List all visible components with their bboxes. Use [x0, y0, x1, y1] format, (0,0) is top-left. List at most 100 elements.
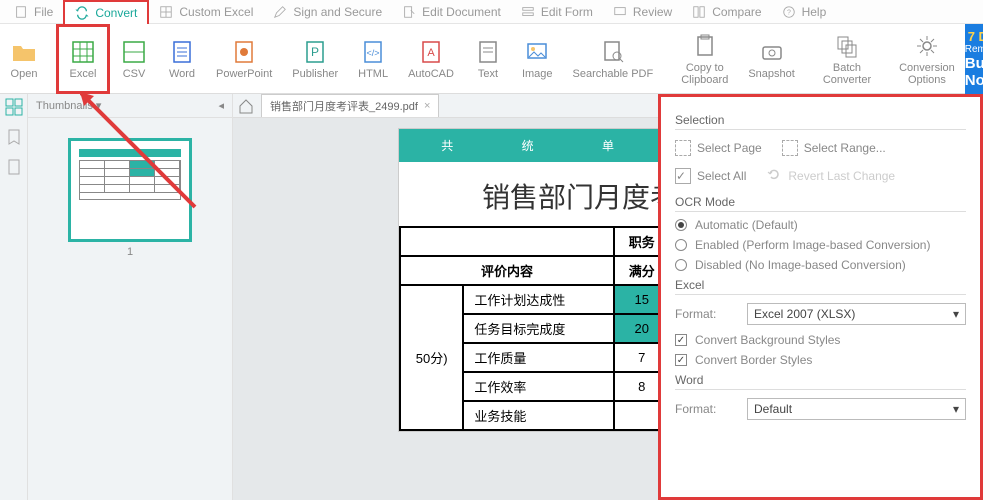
svg-text:A: A — [427, 47, 435, 59]
menu-sign[interactable]: Sign and Secure — [263, 1, 392, 23]
select-page-button[interactable]: Select Page — [675, 140, 762, 156]
word-format-select[interactable]: Default▾ — [747, 398, 966, 420]
tool-powerpoint[interactable]: PowerPoint — [206, 24, 282, 94]
grid-icon — [159, 5, 173, 19]
thumbs-icon[interactable] — [5, 98, 23, 116]
conversion-options-panel: Selection Select Page Select Range... ✓S… — [658, 94, 983, 500]
ocr-enabled-radio[interactable]: Enabled (Perform Image-based Conversion) — [675, 238, 966, 252]
thumbnails-title: Thumbnails — [36, 100, 93, 112]
menu-help[interactable]: ? Help — [772, 1, 837, 23]
menu-custom-excel[interactable]: Custom Excel — [149, 1, 263, 23]
cad-icon: A — [417, 38, 445, 66]
menu-file[interactable]: File — [4, 1, 63, 23]
menu-file-label: File — [34, 5, 53, 19]
edit-doc-icon — [402, 5, 416, 19]
convert-icon — [75, 6, 89, 20]
tool-open[interactable]: Open — [0, 24, 48, 94]
convert-bg-label: Convert Background Styles — [695, 333, 840, 347]
text-icon — [474, 38, 502, 66]
tool-clipboard[interactable]: Copy to Clipboard — [671, 24, 738, 94]
tool-searchable-pdf[interactable]: Searchable PDF — [563, 24, 664, 94]
menu-convert-label: Convert — [95, 6, 137, 20]
ocr-auto-radio[interactable]: Automatic (Default) — [675, 218, 966, 232]
select-range-button[interactable]: Select Range... — [782, 140, 886, 156]
spdf-icon — [599, 38, 627, 66]
promo-buy: Buy Now — [965, 55, 983, 89]
radio-icon — [675, 219, 687, 231]
menu-compare-label: Compare — [712, 5, 761, 19]
menu-edit-document[interactable]: Edit Document — [392, 1, 511, 23]
menu-convert[interactable]: Convert — [63, 0, 149, 24]
select-page-label: Select Page — [697, 141, 762, 155]
tool-snapshot[interactable]: Snapshot — [738, 24, 804, 94]
excel-format-label: Format: — [675, 307, 735, 321]
ocr-disabled-radio[interactable]: Disabled (No Image-based Conversion) — [675, 258, 966, 272]
tool-spdf-label: Searchable PDF — [573, 68, 654, 80]
thumbnails-header: Thumbnails ▾ ◂ — [28, 94, 232, 118]
selection-header: Selection — [675, 113, 966, 130]
tool-open-label: Open — [11, 68, 38, 80]
pen-icon — [273, 5, 287, 19]
help-icon: ? — [782, 5, 796, 19]
menu-help-label: Help — [802, 5, 827, 19]
left-rail — [0, 94, 28, 500]
menu-review[interactable]: Review — [603, 1, 682, 23]
home-tab-icon[interactable] — [237, 97, 255, 115]
tool-opts-label: Conversion Options — [899, 62, 955, 86]
tool-csv-label: CSV — [123, 68, 146, 80]
dropdown-icon[interactable]: ▾ — [96, 100, 102, 112]
pp-icon — [230, 38, 258, 66]
tool-snap-label: Snapshot — [748, 68, 794, 80]
clipboard-icon — [691, 32, 719, 60]
tool-pp-label: PowerPoint — [216, 68, 272, 80]
tab-filename: 销售部门月度考评表_2499.pdf — [270, 98, 418, 114]
collapse-icon[interactable]: ◂ — [218, 99, 224, 112]
csv-icon — [120, 38, 148, 66]
thumbnails-panel: Thumbnails ▾ ◂ 1 — [28, 94, 233, 500]
close-tab-icon[interactable]: × — [424, 100, 430, 112]
tool-text-label: Text — [478, 68, 498, 80]
thumbnail-page-1[interactable] — [68, 138, 192, 242]
convert-bg-checkbox[interactable]: ✓Convert Background Styles — [675, 333, 966, 347]
buy-now-button[interactable]: 7 Days Remaining Buy Now — [965, 24, 983, 94]
convert-border-label: Convert Border Styles — [695, 353, 812, 367]
tool-clip-label: Copy to Clipboard — [681, 62, 728, 86]
tool-autocad[interactable]: A AutoCAD — [398, 24, 464, 94]
convert-border-checkbox[interactable]: ✓Convert Border Styles — [675, 353, 966, 367]
excel-format-select[interactable]: Excel 2007 (XLSX)▾ — [747, 303, 966, 325]
pub-icon: P — [301, 38, 329, 66]
menu-edit-form-label: Edit Form — [541, 5, 593, 19]
tool-csv[interactable]: CSV — [110, 24, 158, 94]
open-icon — [10, 38, 38, 66]
menu-sign-label: Sign and Secure — [293, 5, 382, 19]
select-all-button[interactable]: ✓Select All — [675, 166, 746, 185]
document-tab[interactable]: 销售部门月度考评表_2499.pdf × — [261, 94, 439, 117]
tool-cad-label: AutoCAD — [408, 68, 454, 80]
tool-word[interactable]: Word — [158, 24, 206, 94]
bookmark-icon[interactable] — [5, 128, 23, 146]
select-range-label: Select Range... — [804, 141, 886, 155]
tool-html[interactable]: </>HTML — [348, 24, 398, 94]
batch-icon — [833, 32, 861, 60]
word-icon — [168, 38, 196, 66]
tool-image-label: Image — [522, 68, 553, 80]
menu-compare[interactable]: Compare — [682, 1, 771, 23]
tool-excel[interactable]: Excel — [56, 24, 110, 94]
promo-remain: Remaining — [965, 44, 983, 55]
excel-format-value: Excel 2007 (XLSX) — [754, 307, 855, 321]
revert-button[interactable]: Revert Last Change — [766, 166, 895, 185]
form-icon — [521, 5, 535, 19]
tool-batch[interactable]: Batch Converter — [813, 24, 881, 94]
file-icon — [14, 5, 28, 19]
tool-options[interactable]: Conversion Options — [889, 24, 965, 94]
tool-batch-label: Batch Converter — [823, 62, 871, 86]
tool-text[interactable]: Text — [464, 24, 512, 94]
compare-icon — [692, 5, 706, 19]
radio-icon — [675, 239, 687, 251]
tool-image[interactable]: Image — [512, 24, 563, 94]
menu-edit-form[interactable]: Edit Form — [511, 1, 603, 23]
menu-review-label: Review — [633, 5, 672, 19]
tool-publisher[interactable]: PPublisher — [282, 24, 348, 94]
attachment-icon[interactable] — [5, 158, 23, 176]
svg-text:?: ? — [787, 9, 791, 16]
